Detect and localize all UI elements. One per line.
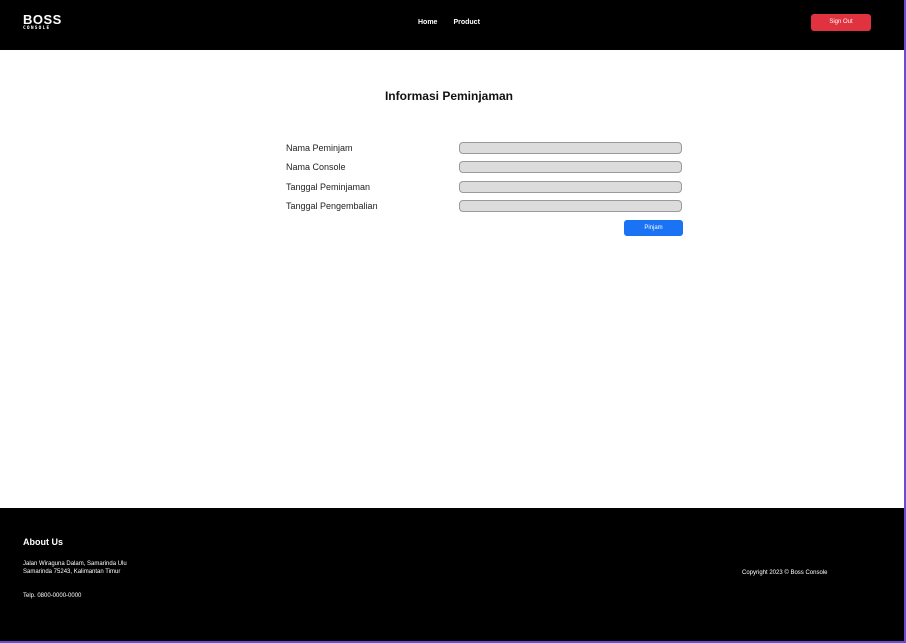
form-row-nama-peminjam: Nama Peminjam	[286, 141, 684, 155]
tanggal-peminjaman-input[interactable]	[459, 181, 682, 193]
nama-console-label: Nama Console	[286, 162, 346, 172]
address-line-1: Jalan Wiraguna Dalam, Samarinda Ulu	[23, 561, 127, 567]
nav-product-link[interactable]: Product	[453, 17, 479, 29]
tanggal-pengembalian-input[interactable]	[459, 200, 682, 212]
pinjam-button[interactable]: Pinjam	[624, 220, 683, 236]
sign-out-button[interactable]: Sign Out	[811, 14, 871, 31]
brand-logo[interactable]: BOSS CONSOLE	[23, 12, 62, 34]
about-us-heading: About Us	[23, 537, 63, 547]
form-row-nama-console: Nama Console	[286, 160, 684, 174]
nav-home-link[interactable]: Home	[418, 17, 437, 29]
footer-phone: Telp. 0800-0000-0000	[23, 593, 82, 599]
nama-console-input[interactable]	[459, 161, 682, 173]
main-nav: Home Product	[418, 17, 480, 29]
tanggal-pengembalian-label: Tanggal Pengembalian	[286, 201, 378, 211]
page: BOSS CONSOLE Home Product Sign Out Infor…	[0, 0, 906, 643]
footer-address: Jalan Wiraguna Dalam, Samarinda Ulu Sama…	[23, 560, 127, 576]
top-navbar: BOSS CONSOLE Home Product Sign Out	[0, 0, 904, 50]
tanggal-peminjaman-label: Tanggal Peminjaman	[286, 182, 371, 192]
page-title: Informasi Peminjaman	[384, 89, 514, 103]
form-row-tanggal-pengembalian: Tanggal Pengembalian	[286, 199, 684, 213]
address-line-2: Samarinda 75243, Kalimantan Timur	[23, 569, 121, 575]
footer: About Us Jalan Wiraguna Dalam, Samarinda…	[0, 508, 904, 641]
nama-peminjam-input[interactable]	[459, 142, 682, 154]
footer-copyright: Copyright 2023 © Boss Console	[742, 570, 828, 576]
nama-peminjam-label: Nama Peminjam	[286, 143, 353, 153]
form-row-tanggal-peminjaman: Tanggal Peminjaman	[286, 180, 684, 194]
logo-main-text: BOSS	[23, 12, 62, 27]
